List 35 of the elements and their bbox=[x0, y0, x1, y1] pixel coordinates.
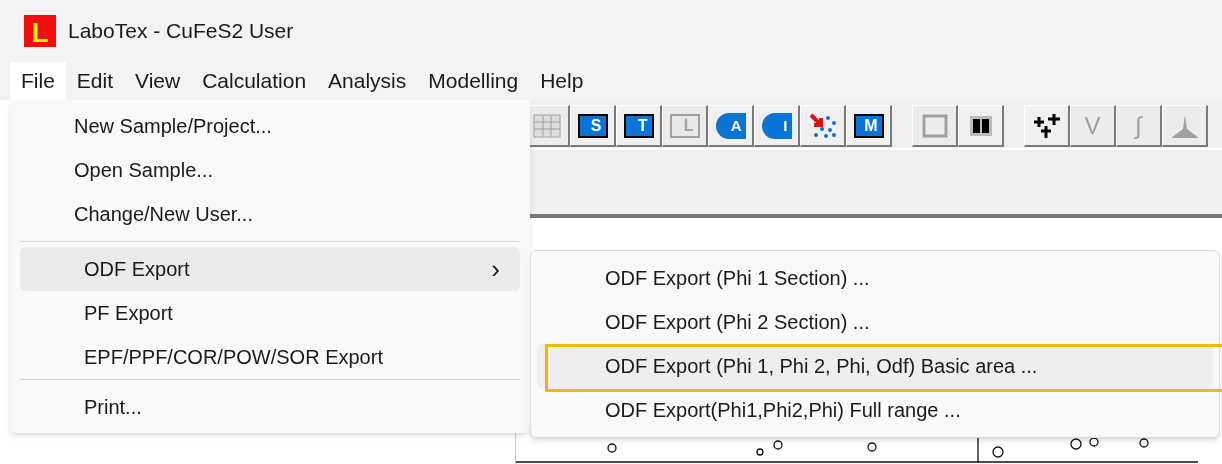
menu-option[interactable]: ODF Export › bbox=[20, 247, 520, 291]
menu-option[interactable]: Print... bbox=[20, 385, 520, 429]
toolbar-button[interactable]: A bbox=[708, 105, 754, 147]
menu-option[interactable]: PF Export bbox=[20, 291, 520, 335]
table-icon: M bbox=[853, 113, 884, 138]
toolbar-button[interactable] bbox=[958, 105, 1004, 147]
submenu-arrow: › bbox=[491, 256, 500, 282]
menu-option[interactable]: ODF Export (Phi 2 Section) ... bbox=[537, 300, 1213, 344]
toolbar-button[interactable]: I bbox=[754, 105, 800, 147]
menu-option[interactable]: Open Sample... bbox=[10, 148, 530, 192]
letter-icon: ∫ bbox=[1135, 113, 1142, 138]
window-title: LaboTex - CuFeS2 User bbox=[68, 18, 294, 45]
table-icon: L bbox=[669, 113, 700, 138]
menu-option[interactable]: EPF/PPF/COR/POW/SOR Export bbox=[20, 335, 520, 379]
crosses-icon bbox=[1031, 112, 1062, 139]
menu-option[interactable]: ODF Export(Phi1,Phi2,Phi) Full range ... bbox=[537, 388, 1213, 432]
table-icon: T bbox=[623, 113, 654, 138]
menu-option[interactable]: ODF Export (Phi 1 Section) ... bbox=[537, 256, 1213, 300]
letter-icon: V bbox=[1084, 113, 1101, 138]
pole-figure-icon: A bbox=[715, 112, 746, 139]
toolbar-button[interactable] bbox=[1024, 105, 1070, 147]
toolbar-button[interactable]: M bbox=[846, 105, 892, 147]
split-view-icon bbox=[967, 113, 994, 138]
table-icon: S bbox=[577, 113, 608, 138]
frame-icon bbox=[921, 113, 948, 138]
pole-figure-icon: I bbox=[761, 112, 792, 139]
scatter-arrow-icon bbox=[807, 112, 838, 139]
menu-option[interactable]: New Sample/Project... bbox=[10, 104, 530, 148]
menu-option[interactable]: ODF Export (Phi 1, Phi 2, Phi, Odf) Basic area ... bbox=[537, 344, 1213, 388]
menu-option[interactable]: Change/New User... bbox=[10, 192, 530, 236]
menu-item[interactable]: File bbox=[10, 62, 66, 100]
toolbar-button[interactable]: S bbox=[570, 105, 616, 147]
toolbar-button[interactable]: T bbox=[616, 105, 662, 147]
app-logo: L bbox=[24, 15, 56, 47]
grid-icon bbox=[532, 113, 561, 138]
